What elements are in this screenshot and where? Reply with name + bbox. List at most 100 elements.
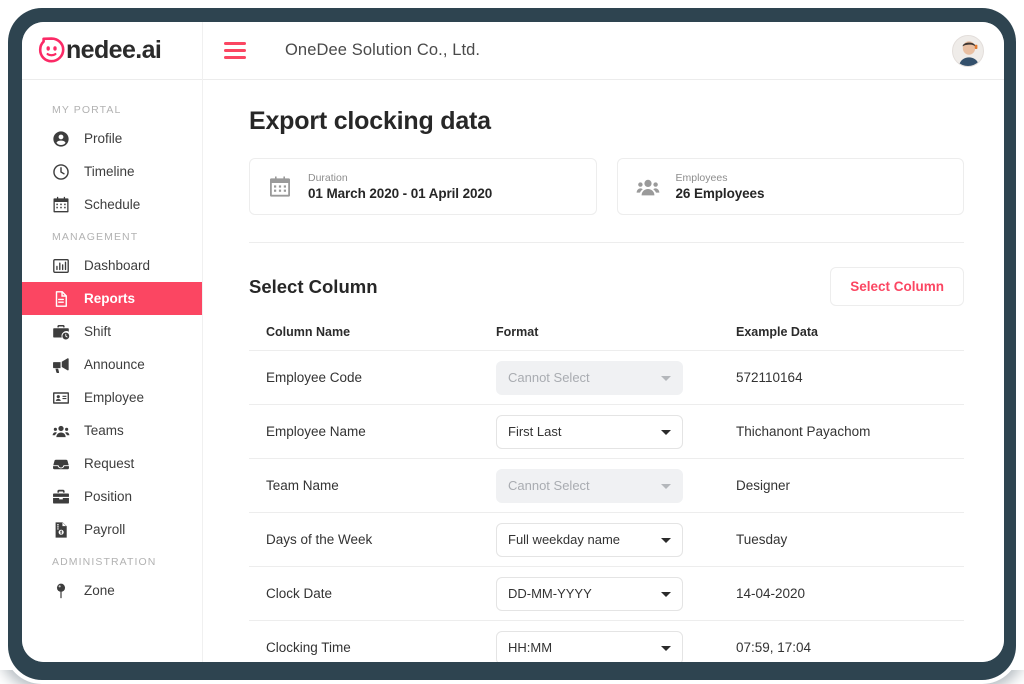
cell-example-data: Thichanont Payachom (736, 424, 871, 439)
cell-format: First Last (496, 414, 736, 449)
format-select-days-of-the-week[interactable]: Full weekday name (496, 522, 683, 557)
sidebar-item-timeline[interactable]: Timeline (22, 155, 202, 188)
employees-card-value: 26 Employees (675, 186, 765, 201)
top-bar: nedee.ai OneDee Solution Co., Ltd. (22, 22, 1004, 80)
cell-format: HH:MM (496, 630, 736, 662)
sidebar-item-label: Employee (84, 390, 145, 405)
sidebar-item-label: Schedule (84, 197, 141, 212)
sidebar-item-announce[interactable]: Announce (22, 348, 202, 381)
logo-wordmark: nedee.ai (66, 36, 162, 64)
cell-format: Cannot Select (496, 468, 736, 503)
format-select-clock-date[interactable]: DD-MM-YYYY (496, 576, 683, 611)
section-title: Select Column (249, 275, 378, 297)
cell-column-name: Days of the Week (266, 532, 373, 547)
section-divider (249, 242, 964, 243)
avatar[interactable] (952, 35, 984, 67)
cell-column-name: Clocking Time (266, 640, 351, 655)
sidebar-item-employee[interactable]: Employee (22, 381, 202, 414)
sidebar-item-teams[interactable]: Teams (22, 414, 202, 447)
app-logo[interactable]: nedee.ai (22, 22, 203, 80)
chevron-down-icon (661, 375, 671, 381)
sidebar-item-dashboard[interactable]: Dashboard (22, 249, 202, 282)
cell-column-name: Employee Name (266, 424, 366, 439)
cell-format: Full weekday name (496, 522, 736, 557)
chevron-down-icon (661, 429, 671, 435)
cell-format: DD-MM-YYYY (496, 576, 736, 611)
cell-example-data: Tuesday (736, 532, 788, 547)
sidebar-item-label: Announce (84, 357, 145, 372)
table-row: Employee Name First Last Thichanont Payach… (249, 405, 964, 459)
people-group-icon (52, 422, 70, 440)
sidebar-item-shift[interactable]: Shift (22, 315, 202, 348)
table-row: Clocking Time HH:MM 07:59, 17:04 (249, 621, 964, 662)
main-content: Export clocking data Duration 01 March 2… (203, 80, 1004, 662)
sidebar-item-position[interactable]: Position (22, 480, 202, 513)
sidebar-item-schedule[interactable]: Schedule (22, 188, 202, 221)
section-header: Select Column Select Column (249, 267, 964, 306)
payroll-doc-icon (52, 521, 70, 539)
header-example-data: Example Data (736, 325, 818, 339)
sidebar-item-label: Profile (84, 131, 123, 146)
cell-example-data: 572110164 (736, 370, 803, 385)
format-select-value: HH:MM (508, 640, 553, 655)
chevron-down-icon (661, 591, 671, 597)
nav-group-label-my-portal: MY PORTAL (52, 104, 122, 116)
megaphone-icon (52, 356, 70, 374)
sidebar-item-label: Zone (84, 583, 115, 598)
id-card-icon (52, 389, 70, 407)
table-row: Employee Code Cannot Select 572110164 (249, 351, 964, 405)
sidebar-item-profile[interactable]: Profile (22, 122, 202, 155)
sidebar-item-payroll[interactable]: Payroll (22, 513, 202, 546)
bar-chart-icon (52, 257, 70, 275)
sidebar-item-label: Request (84, 456, 135, 471)
sidebar-item-label: Dashboard (84, 258, 151, 273)
sidebar-item-label: Teams (84, 423, 124, 438)
sidebar-item-label: Reports (84, 291, 136, 306)
calendar-icon (52, 196, 70, 214)
briefcase-clock-icon (52, 323, 70, 341)
format-select-value: Full weekday name (508, 532, 620, 547)
select-column-button[interactable]: Select Column (830, 267, 964, 306)
user-circle-icon (52, 130, 70, 148)
app-window: nedee.ai OneDee Solution Co., Ltd. MY PO… (22, 22, 1004, 662)
table-row: Clock Date DD-MM-YYYY 14-04-2020 (249, 567, 964, 621)
briefcase-icon (52, 488, 70, 506)
format-select-clocking-time[interactable]: HH:MM (496, 630, 683, 662)
table-header-row: Column Name Format Example Data (249, 325, 964, 351)
format-select-value: Cannot Select (508, 370, 590, 385)
sidebar-item-label: Payroll (84, 522, 126, 537)
format-select-employee-name[interactable]: First Last (496, 414, 683, 449)
map-pin-icon (52, 582, 70, 600)
employees-card-label: Employees (675, 172, 728, 184)
sidebar-item-zone[interactable]: Zone (22, 574, 202, 607)
duration-card: Duration 01 March 2020 - 01 April 2020 (249, 158, 597, 215)
cell-column-name: Clock Date (266, 586, 333, 601)
hamburger-icon[interactable] (224, 42, 246, 59)
sidebar-item-request[interactable]: Request (22, 447, 202, 480)
clock-icon (52, 163, 70, 181)
header-column-name: Column Name (266, 325, 351, 339)
inbox-icon (52, 455, 70, 473)
people-group-icon (635, 174, 661, 200)
format-select-employee-code: Cannot Select (496, 360, 683, 395)
cell-format: Cannot Select (496, 360, 736, 395)
cell-column-name: Employee Code (266, 370, 363, 385)
duration-card-label: Duration (308, 172, 348, 184)
document-icon (52, 290, 70, 308)
chevron-down-icon (661, 645, 671, 651)
column-table: Column Name Format Example Data Employee… (249, 325, 964, 662)
format-select-value: Cannot Select (508, 478, 590, 493)
nedee-smiley-logo-icon (38, 37, 65, 64)
nav-group-label-management: MANAGEMENT (52, 231, 139, 243)
duration-card-value: 01 March 2020 - 01 April 2020 (308, 186, 493, 201)
format-select-value: DD-MM-YYYY (508, 586, 592, 601)
cell-example-data: 14-04-2020 (736, 586, 806, 601)
sidebar-item-reports[interactable]: Reports (22, 282, 202, 315)
nav-group-label-administration: ADMINISTRATION (52, 556, 157, 568)
sidebar: MY PORTAL Profile Timeline Schedule MANAGEME… (22, 80, 203, 662)
sidebar-item-label: Position (84, 489, 133, 504)
cell-column-name: Team Name (266, 478, 339, 493)
summary-cards: Duration 01 March 2020 - 01 April 2020 E… (249, 158, 964, 215)
chevron-down-icon (661, 537, 671, 543)
header-format: Format (496, 325, 539, 339)
